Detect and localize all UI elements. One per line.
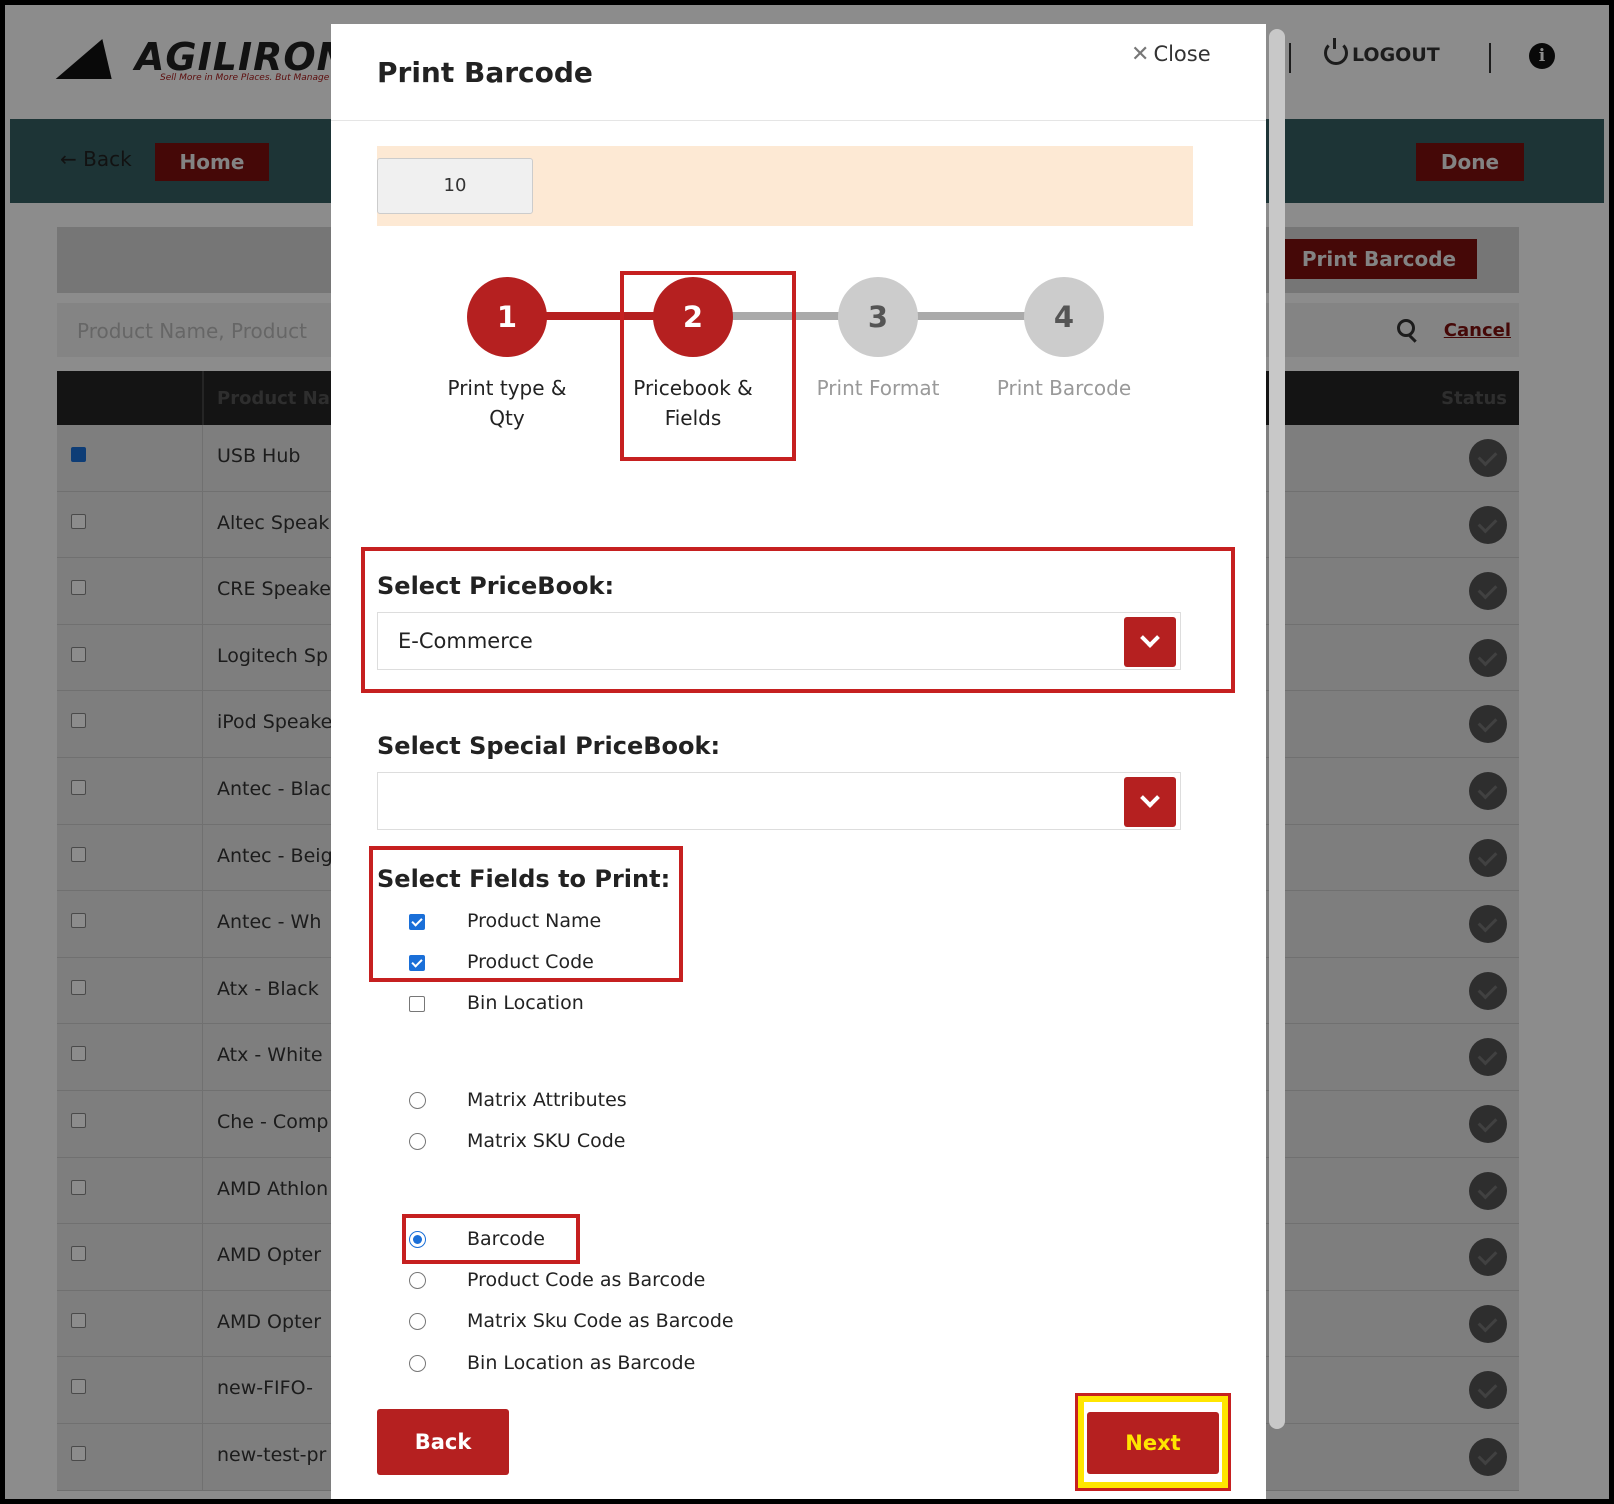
field-label: Matrix Sku Code as Barcode	[467, 1310, 734, 1332]
field-label: Matrix Attributes	[467, 1089, 627, 1111]
pricebook-dropdown-button[interactable]	[1124, 617, 1176, 667]
pricebook-value: E-Commerce	[398, 629, 533, 653]
barcode-radio[interactable]	[409, 1231, 426, 1248]
step-3-label: Print Format	[816, 376, 940, 400]
close-button[interactable]: ✕ Close	[1131, 42, 1211, 67]
step-1-circle[interactable]: 1	[467, 277, 547, 357]
modal-scrollbar[interactable]	[1269, 29, 1285, 1429]
close-label: Close	[1153, 42, 1211, 66]
chevron-down-icon	[1140, 628, 1160, 648]
fields-label: Select Fields to Print:	[377, 865, 671, 893]
matrix-sku-code-radio[interactable]	[409, 1133, 426, 1150]
field-label: Bin Location as Barcode	[467, 1352, 696, 1374]
special-pricebook-label: Select Special PriceBook:	[377, 732, 721, 760]
special-pricebook-dropdown-button[interactable]	[1124, 777, 1176, 827]
chevron-down-icon	[1140, 788, 1160, 808]
step-2-highlight	[620, 271, 796, 461]
matrix-attributes-radio[interactable]	[409, 1092, 426, 1109]
bin-location-checkbox[interactable]	[409, 996, 425, 1012]
pricebook-select[interactable]: E-Commerce	[377, 612, 1181, 670]
step-3-circle[interactable]: 3	[838, 277, 918, 357]
next-highlight: Next	[1075, 1393, 1231, 1491]
quantity-field[interactable]: 10	[377, 158, 533, 214]
matrix-sku-code-as-barcode-radio[interactable]	[409, 1313, 426, 1330]
back-button[interactable]: Back	[377, 1409, 509, 1475]
special-pricebook-select[interactable]	[377, 772, 1181, 830]
field-label: Product Name	[467, 910, 602, 932]
field-label: Bin Location	[467, 992, 584, 1014]
bin-location-as-barcode-radio[interactable]	[409, 1355, 426, 1372]
print-barcode-modal: Print Barcode ✕ Close 10 1 Print type & Q…	[331, 24, 1266, 1499]
field-label: Product Code as Barcode	[467, 1269, 706, 1291]
step-4-label: Print Barcode	[996, 376, 1132, 400]
field-label: Barcode	[467, 1228, 545, 1250]
modal-header: Print Barcode ✕ Close	[331, 24, 1266, 121]
product-code-checkbox[interactable]	[409, 955, 425, 971]
step-1-label: Print type & Qty	[447, 376, 567, 430]
field-label: Matrix SKU Code	[467, 1130, 626, 1152]
step-4-circle[interactable]: 4	[1024, 277, 1104, 357]
screen: AGILIRON Sell More in More Places. But M…	[5, 5, 1609, 1499]
qty-banner: 10	[377, 146, 1193, 226]
next-button[interactable]: Next	[1087, 1412, 1219, 1474]
pricebook-label: Select PriceBook:	[377, 572, 615, 600]
product-code-as-barcode-radio[interactable]	[409, 1272, 426, 1289]
modal-title: Print Barcode	[377, 56, 593, 89]
close-icon: ✕	[1131, 42, 1150, 67]
product-name-checkbox[interactable]	[409, 914, 425, 930]
field-label: Product Code	[467, 951, 594, 973]
